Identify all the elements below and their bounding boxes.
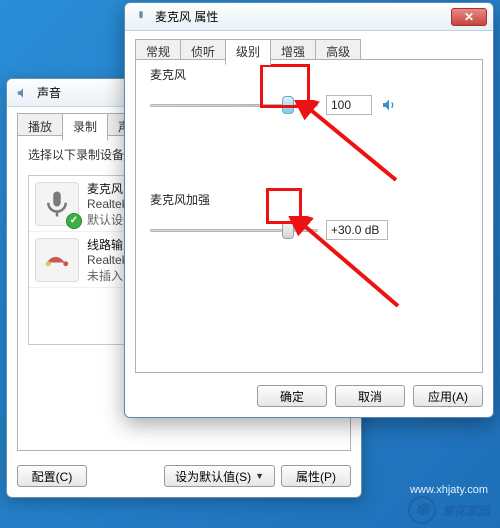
watermark: ❄ 雪花家园 xyxy=(408,496,490,524)
mic-device-icon: ✓ xyxy=(35,182,79,226)
mic-boost-row: +30.0 dB xyxy=(150,218,468,242)
snowflake-icon: ❄ xyxy=(408,496,436,524)
mic-boost-value[interactable]: +30.0 dB xyxy=(326,220,388,240)
mic-level-thumb[interactable] xyxy=(282,96,294,114)
mute-toggle-icon[interactable] xyxy=(380,96,398,114)
cancel-button[interactable]: 取消 xyxy=(335,385,405,407)
close-button[interactable]: ✕ xyxy=(451,8,487,26)
props-window-title: 麦克风 属性 xyxy=(155,8,218,25)
chevron-down-icon: ▼ xyxy=(255,471,264,481)
close-icon: ✕ xyxy=(464,10,474,24)
sound-window-buttons: 配置(C) 设为默认值(S)▼ 属性(P) xyxy=(17,465,351,487)
mic-level-slider[interactable] xyxy=(150,95,318,115)
watermark-url: www.xhjaty.com xyxy=(410,484,488,496)
levels-panel: 麦克风 100 麦克风加强 +30.0 dB xyxy=(135,59,483,373)
mic-icon xyxy=(133,9,149,25)
tab-recording[interactable]: 录制 xyxy=(62,113,108,141)
speaker-icon xyxy=(15,85,31,101)
props-titlebar[interactable]: 麦克风 属性 ✕ xyxy=(125,3,493,31)
configure-button[interactable]: 配置(C) xyxy=(17,465,87,487)
mic-properties-window: 麦克风 属性 ✕ 常规 侦听 级别 增强 高级 麦克风 100 麦克风加强 xyxy=(124,2,494,418)
mic-boost-slider[interactable] xyxy=(150,220,318,240)
mic-level-value[interactable]: 100 xyxy=(326,95,372,115)
properties-button[interactable]: 属性(P) xyxy=(281,465,351,487)
mic-boost-thumb[interactable] xyxy=(282,221,294,239)
checkmark-icon: ✓ xyxy=(66,213,82,229)
tab-levels[interactable]: 级别 xyxy=(225,39,271,65)
mic-level-row: 100 xyxy=(150,93,468,117)
mic-level-label: 麦克风 xyxy=(150,66,468,83)
set-default-button[interactable]: 设为默认值(S)▼ xyxy=(164,465,275,487)
props-window-buttons: 确定 取消 应用(A) xyxy=(135,385,483,407)
mic-boost-label: 麦克风加强 xyxy=(150,191,468,208)
apply-button[interactable]: 应用(A) xyxy=(413,385,483,407)
linein-device-icon xyxy=(35,238,79,282)
ok-button[interactable]: 确定 xyxy=(257,385,327,407)
sound-window-title: 声音 xyxy=(37,84,61,101)
